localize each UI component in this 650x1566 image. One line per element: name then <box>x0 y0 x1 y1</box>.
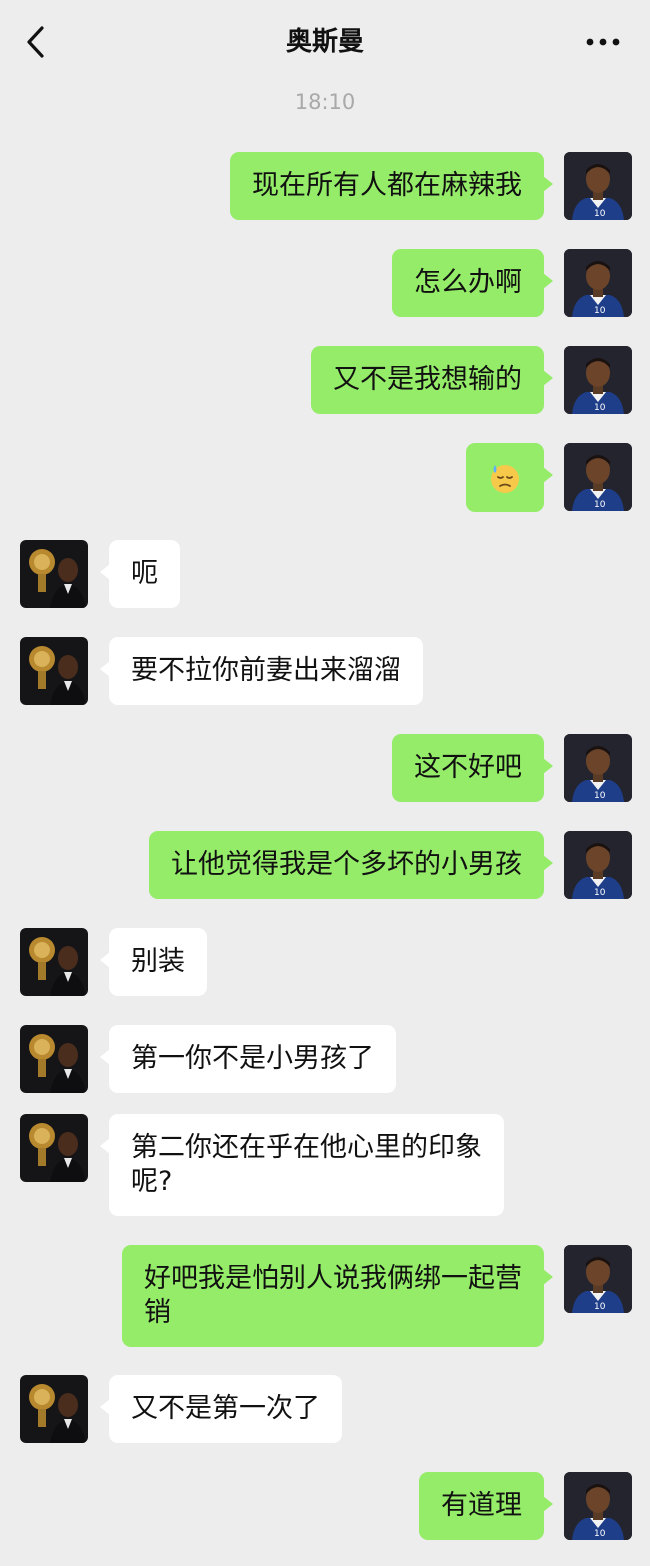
sent-message-bubble[interactable]: 好吧我是怕别人说我俩绑一起营 销 <box>122 1245 553 1347</box>
contact-avatar[interactable] <box>20 637 88 705</box>
sent-message-bubble[interactable]: 让他觉得我是个多坏的小男孩 <box>149 831 553 899</box>
sent-message-bubble[interactable]: 又不是我想输的 <box>311 346 553 414</box>
my-avatar[interactable]: 10 <box>564 152 632 220</box>
contact-avatar[interactable] <box>20 1114 88 1182</box>
message-text: 第一你不是小男孩了 <box>131 1043 374 1074</box>
sent-message-bubble[interactable]: 有道理 <box>419 1472 553 1540</box>
my-avatar[interactable]: 10 <box>564 1472 632 1540</box>
svg-text:10: 10 <box>594 500 606 510</box>
message-text: 又不是我想输的 <box>333 364 522 395</box>
svg-text:10: 10 <box>594 888 606 898</box>
received-message-bubble[interactable]: 要不拉你前妻出来溜溜 <box>100 637 423 705</box>
svg-text:10: 10 <box>594 1529 606 1539</box>
message-text: 第二你还在乎在他心里的印象 呢? <box>131 1132 482 1197</box>
more-dots-icon[interactable] <box>582 30 624 54</box>
received-message-bubble[interactable]: 又不是第一次了 <box>100 1375 342 1443</box>
received-message-bubble[interactable]: 呃 <box>100 540 180 608</box>
contact-avatar[interactable] <box>20 928 88 996</box>
my-avatar[interactable]: 10 <box>564 734 632 802</box>
svg-text:10: 10 <box>594 209 606 219</box>
message-timestamp: 18:10 <box>294 90 356 114</box>
downcast-face-with-sweat-icon <box>491 464 519 493</box>
my-avatar[interactable]: 10 <box>564 831 632 899</box>
message-text: 好吧我是怕别人说我俩绑一起营 销 <box>144 1263 522 1328</box>
sent-message-bubble[interactable]: 怎么办啊 <box>392 249 553 317</box>
contact-avatar[interactable] <box>20 540 88 608</box>
svg-text:10: 10 <box>594 1302 606 1312</box>
message-text: 这不好吧 <box>414 752 522 783</box>
message-text: 有道理 <box>441 1490 522 1521</box>
sent-message-bubble[interactable] <box>466 443 553 512</box>
contact-avatar[interactable] <box>20 1025 88 1093</box>
svg-text:10: 10 <box>594 306 606 316</box>
message-text: 怎么办啊 <box>414 267 522 298</box>
svg-text:10: 10 <box>594 403 606 413</box>
my-avatar[interactable]: 10 <box>564 1245 632 1313</box>
my-avatar[interactable]: 10 <box>564 443 632 511</box>
received-message-bubble[interactable]: 别装 <box>100 928 207 996</box>
sent-message-bubble[interactable]: 这不好吧 <box>392 734 553 802</box>
chat-title: 奥斯曼 <box>285 27 364 57</box>
received-message-bubble[interactable]: 第一你不是小男孩了 <box>100 1025 396 1093</box>
contact-avatar[interactable] <box>20 1375 88 1443</box>
top-navigation-bar: 奥斯曼 <box>0 0 650 80</box>
sent-message-bubble[interactable]: 现在所有人都在麻辣我 <box>230 152 553 220</box>
message-text: 又不是第一次了 <box>131 1393 320 1424</box>
message-text: 呃 <box>131 558 158 589</box>
my-avatar[interactable]: 10 <box>564 249 632 317</box>
message-text: 别装 <box>131 946 185 977</box>
message-text: 让他觉得我是个多坏的小男孩 <box>171 849 522 880</box>
received-message-bubble[interactable]: 第二你还在乎在他心里的印象 呢? <box>100 1114 504 1216</box>
my-avatar[interactable]: 10 <box>564 346 632 414</box>
message-text: 现在所有人都在麻辣我 <box>252 170 522 201</box>
message-text: 要不拉你前妻出来溜溜 <box>131 655 401 686</box>
svg-text:10: 10 <box>594 791 606 801</box>
